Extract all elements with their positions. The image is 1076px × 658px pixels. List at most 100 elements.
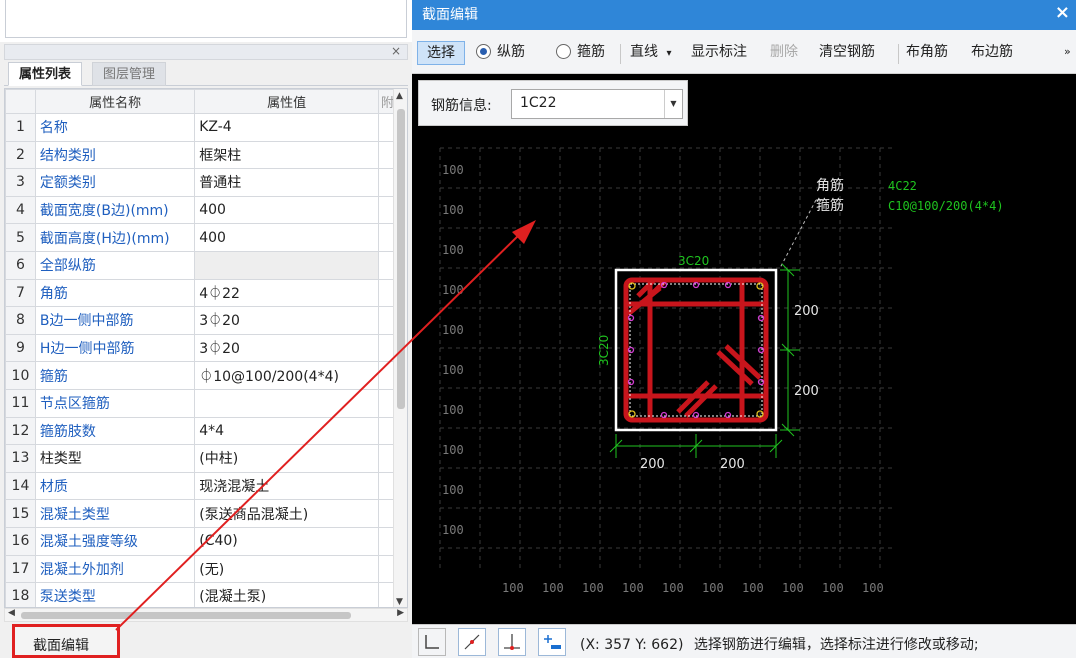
- section-canvas[interactable]: 100 100 100 100 100 100 100 100 100 100 100 100 100 1…: [416, 128, 1072, 624]
- table-row[interactable]: 9 H边一侧中部筋 3⏀20: [5, 333, 397, 363]
- name-header[interactable]: 属性名称: [34, 89, 196, 114]
- show-dims-button[interactable]: 显示标注: [691, 41, 747, 65]
- table-row[interactable]: 13 柱类型 (中柱): [5, 444, 397, 473]
- table-row[interactable]: 15 混凝土类型 (泵送商品混凝土): [5, 499, 397, 528]
- clear-rebar-button[interactable]: 清空钢筋: [819, 41, 875, 65]
- panel-close-icon[interactable]: ×: [391, 44, 401, 58]
- radio-unchecked-icon[interactable]: [556, 44, 571, 59]
- table-row[interactable]: 18 泵送类型 (混凝土泵): [5, 582, 397, 607]
- property-name[interactable]: 全部纵筋: [34, 250, 196, 280]
- dim-bottom-left[interactable]: 200: [640, 457, 665, 472]
- property-name[interactable]: 结构类别: [34, 140, 196, 170]
- property-value[interactable]: 3⏀20: [194, 333, 379, 363]
- property-name[interactable]: 定额类别: [34, 168, 196, 197]
- close-icon[interactable]: ×: [1055, 2, 1070, 23]
- corner-spec[interactable]: 4C22: [888, 179, 917, 193]
- scroll-thumb[interactable]: [397, 109, 405, 409]
- property-value[interactable]: (中柱): [194, 444, 379, 473]
- property-value[interactable]: 3⏀20: [194, 306, 379, 335]
- radio-checked-icon[interactable]: [476, 44, 491, 59]
- line-button[interactable]: 直线 ▾: [630, 41, 671, 65]
- table-row[interactable]: 7 角筋 4⏀22: [5, 278, 397, 308]
- table-row[interactable]: 5 截面高度(H边)(mm) 400: [5, 223, 397, 252]
- chevron-down-icon[interactable]: ▾: [666, 48, 671, 59]
- corner-label[interactable]: 角筋: [816, 177, 844, 194]
- property-value[interactable]: [194, 250, 379, 280]
- scroll-up-icon[interactable]: ▲: [396, 91, 403, 101]
- property-value[interactable]: (C40): [194, 526, 379, 556]
- property-value[interactable]: 4⏀22: [194, 278, 379, 308]
- property-value[interactable]: 普通柱: [194, 168, 379, 197]
- select-button[interactable]: 选择: [417, 41, 465, 65]
- vertical-scrollbar[interactable]: ▲ ▼: [393, 89, 407, 607]
- radio-stirrup[interactable]: 箍筋: [556, 41, 605, 65]
- table-row[interactable]: 11 节点区箍筋: [5, 388, 397, 418]
- rebar-info-select[interactable]: 1C22 ▼: [511, 89, 683, 119]
- table-row[interactable]: 1 名称 KZ-4: [5, 113, 397, 142]
- scroll-left-icon[interactable]: ◀: [8, 608, 15, 618]
- tab-property-list[interactable]: 属性列表: [8, 62, 83, 86]
- delete-button[interactable]: 删除: [770, 41, 798, 65]
- table-row[interactable]: 2 结构类别 框架柱: [5, 140, 397, 170]
- property-value[interactable]: [194, 388, 379, 418]
- property-value[interactable]: 现浇混凝土: [194, 471, 379, 501]
- property-value[interactable]: 400: [194, 223, 379, 252]
- radio-longitudinal[interactable]: 纵筋: [476, 41, 525, 65]
- dim-right-bottom[interactable]: 200: [794, 384, 819, 399]
- table-row[interactable]: 4 截面宽度(B边)(mm) 400: [5, 195, 397, 225]
- property-name[interactable]: 混凝土外加剂: [34, 554, 196, 584]
- left-spec[interactable]: 3C20: [597, 335, 611, 366]
- stirrup-spec[interactable]: C10@100/200(4*4): [888, 199, 1004, 213]
- property-name[interactable]: 箍筋: [34, 361, 196, 390]
- table-row[interactable]: 12 箍筋肢数 4*4: [5, 416, 397, 446]
- table-row[interactable]: 16 混凝土强度等级 (C40): [5, 526, 397, 556]
- property-name[interactable]: 角筋: [34, 278, 196, 308]
- property-name[interactable]: 截面高度(H边)(mm): [34, 223, 196, 252]
- property-name[interactable]: B边一侧中部筋: [34, 306, 196, 335]
- property-value[interactable]: 4*4: [194, 416, 379, 446]
- property-name[interactable]: 混凝土强度等级: [34, 526, 196, 556]
- property-name[interactable]: 柱类型: [34, 444, 196, 473]
- scroll-down-icon[interactable]: ▼: [396, 597, 403, 607]
- property-name[interactable]: 泵送类型: [34, 582, 196, 607]
- side-bar-button[interactable]: 布边筋: [971, 41, 1013, 65]
- horizontal-scrollbar[interactable]: ◀ ▶: [4, 608, 408, 622]
- value-header[interactable]: 属性值: [194, 89, 379, 114]
- section-edit-tab[interactable]: 截面编辑: [12, 624, 120, 658]
- scroll-right-icon[interactable]: ▶: [397, 608, 404, 618]
- table-row[interactable]: 10 箍筋 ⏀10@100/200(4*4): [5, 361, 397, 390]
- property-name[interactable]: 节点区箍筋: [34, 388, 196, 418]
- top-spec[interactable]: 3C20: [678, 254, 709, 268]
- property-value[interactable]: 框架柱: [194, 140, 379, 170]
- dim-right-top[interactable]: 200: [794, 304, 819, 319]
- property-value[interactable]: KZ-4: [194, 113, 379, 142]
- tab-layer-manage[interactable]: 图层管理: [92, 62, 167, 86]
- corner-bar-button[interactable]: 布角筋: [906, 41, 948, 65]
- stirrup-label[interactable]: 箍筋: [816, 197, 844, 214]
- property-name[interactable]: 截面宽度(B边)(mm): [34, 195, 196, 225]
- table-row[interactable]: 17 混凝土外加剂 (无): [5, 554, 397, 584]
- property-name[interactable]: 材质: [34, 471, 196, 501]
- table-row[interactable]: 3 定额类别 普通柱: [5, 168, 397, 197]
- property-name[interactable]: 混凝土类型: [34, 499, 196, 528]
- hscroll-thumb[interactable]: [21, 612, 351, 619]
- dropdown-arrow-icon[interactable]: ▼: [664, 90, 682, 118]
- property-value[interactable]: 400: [194, 195, 379, 225]
- property-value[interactable]: (泵送商品混凝土): [194, 499, 379, 528]
- table-row[interactable]: 14 材质 现浇混凝土: [5, 471, 397, 501]
- ortho-toggle-button[interactable]: [418, 628, 446, 656]
- property-value[interactable]: (混凝土泵): [194, 582, 379, 607]
- property-name[interactable]: H边一侧中部筋: [34, 333, 196, 363]
- rebar-info-value[interactable]: 1C22: [520, 95, 557, 111]
- more-icon[interactable]: »: [1064, 41, 1071, 65]
- perpendicular-toggle-button[interactable]: [498, 628, 526, 656]
- section-drawing[interactable]: 100 100 100 100 100 100 100 100 100 100 100 100 100 1…: [416, 128, 1072, 624]
- property-value[interactable]: (无): [194, 554, 379, 584]
- property-name[interactable]: 名称: [34, 113, 196, 142]
- table-row[interactable]: 8 B边一侧中部筋 3⏀20: [5, 306, 397, 335]
- table-row[interactable]: 6 全部纵筋: [5, 250, 397, 280]
- snap-toggle-button[interactable]: [458, 628, 486, 656]
- offset-toggle-button[interactable]: [538, 628, 566, 656]
- dim-bottom-right[interactable]: 200: [720, 457, 745, 472]
- property-value[interactable]: ⏀10@100/200(4*4): [194, 361, 379, 390]
